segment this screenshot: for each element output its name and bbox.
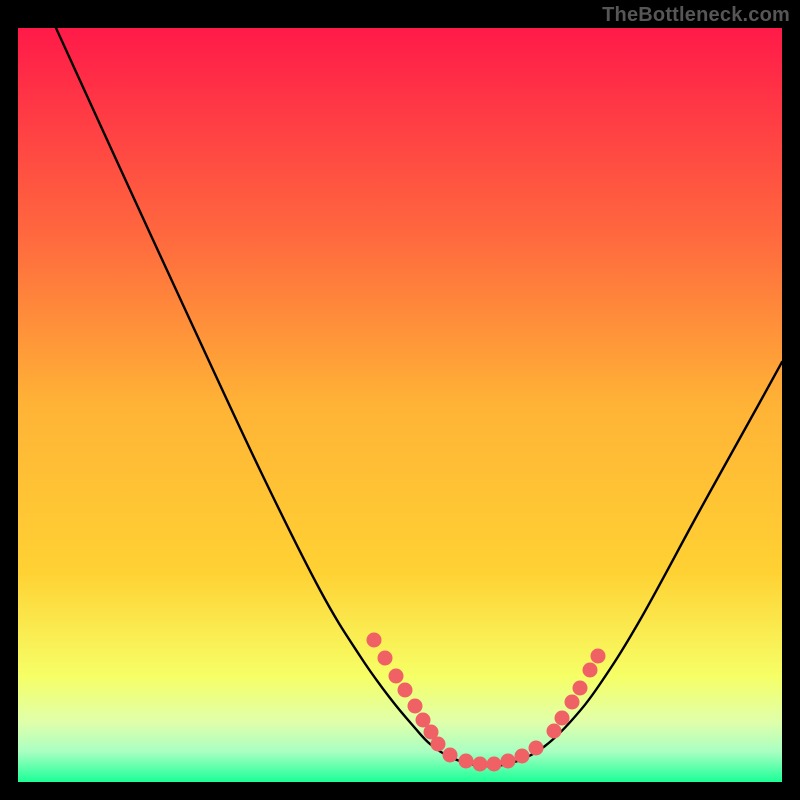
chart-svg [0,0,800,800]
highlight-dot [408,699,423,714]
highlight-dot [367,633,382,648]
highlight-dot [487,757,502,772]
highlight-dot [473,757,488,772]
chart-stage: TheBottleneck.com [0,0,800,800]
highlight-dot [591,649,606,664]
highlight-dot [547,724,562,739]
highlight-dot [378,651,393,666]
highlight-dot [431,737,446,752]
plot-background [18,28,782,782]
highlight-dot [398,683,413,698]
highlight-dot [389,669,404,684]
highlight-dot [443,748,458,763]
highlight-dot [555,711,570,726]
highlight-dot [501,754,516,769]
highlight-dot [565,695,580,710]
watermark-text: TheBottleneck.com [602,4,790,27]
highlight-dot [515,749,530,764]
highlight-dot [573,681,588,696]
highlight-dot [459,754,474,769]
highlight-dot [529,741,544,756]
highlight-dot [583,663,598,678]
